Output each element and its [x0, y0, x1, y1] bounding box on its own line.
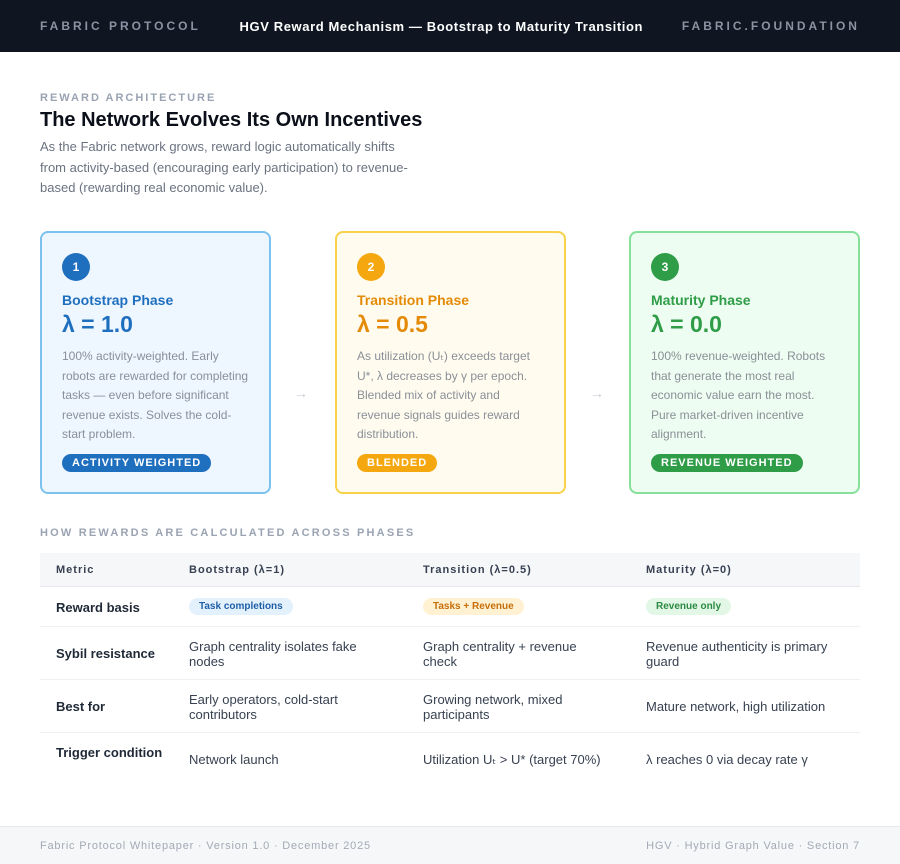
row-metric: Sybil resistance — [56, 646, 155, 661]
phase-number-badge: 3 — [651, 253, 679, 281]
footer-left: Fabric Protocol Whitepaper · Version 1.0… — [40, 839, 371, 852]
tag-maturity: Revenue only — [646, 598, 732, 615]
header-maturity: Maturity (λ=0) — [646, 564, 732, 576]
phase-pill: REVENUE WEIGHTED — [651, 454, 803, 472]
row-metric: Best for — [56, 699, 106, 714]
cell-maturity: λ reaches 0 via decay rate γ — [646, 752, 808, 767]
arrow-right-icon: → — [590, 385, 604, 401]
footer-right: HGV · Hybrid Graph Value · Section 7 — [646, 839, 860, 852]
tag-bootstrap: Task completions — [189, 598, 293, 615]
cell-transition: Growing network, mixed participants — [423, 692, 563, 722]
page-lead: As the Fabric network grows, reward logi… — [40, 139, 408, 195]
table-row: Reward basis Task completions Tasks + Re… — [40, 587, 860, 627]
header-bootstrap: Bootstrap (λ=1) — [189, 564, 285, 576]
footer: Fabric Protocol Whitepaper · Version 1.0… — [0, 826, 900, 864]
cell-maturity: Mature network, high utilization — [646, 699, 826, 714]
phase-name: Transition Phase — [357, 292, 470, 308]
table-row: Trigger condition Network launch Utiliza… — [40, 733, 860, 787]
cell-transition: Utilization Uₜ > U* (target 70%) — [423, 752, 601, 767]
phase-description: 100% revenue-weighted. Robots that gener… — [651, 349, 826, 441]
phase-number-badge: 2 — [357, 253, 385, 281]
site-name: FABRIC.FOUNDATION — [681, 19, 860, 33]
page-heading: The Network Evolves Its Own Incentives — [40, 109, 423, 131]
top-bar: FABRIC PROTOCOL HGV Reward Mechanism — B… — [0, 0, 900, 52]
section-eyebrow: REWARD ARCHITECTURE — [40, 92, 217, 104]
phase-name: Bootstrap Phase — [62, 292, 174, 308]
brand-name: FABRIC PROTOCOL — [40, 19, 201, 33]
header-metric: Metric — [56, 564, 95, 576]
row-metric: Reward basis — [56, 600, 140, 615]
phase-description: As utilization (Uₜ) exceeds target U*, λ… — [357, 349, 530, 441]
cell-maturity: Revenue authenticity is primary guard — [646, 639, 828, 669]
row-metric: Trigger condition — [56, 745, 163, 760]
phase-lambda: λ = 1.0 — [62, 311, 133, 337]
table-row: Sybil resistance Graph centrality isolat… — [40, 627, 860, 680]
table-row: Best for Early operators, cold-start con… — [40, 680, 860, 733]
header-transition: Transition (λ=0.5) — [423, 564, 532, 576]
tag-transition: Tasks + Revenue — [423, 598, 524, 615]
phase-name: Maturity Phase — [651, 292, 751, 308]
phase-number-badge: 1 — [62, 253, 90, 281]
phase-pill: BLENDED — [357, 454, 438, 472]
phase-lambda: λ = 0.0 — [651, 311, 722, 337]
rewards-table: Metric Bootstrap (λ=1) Transition (λ=0.5… — [40, 553, 860, 787]
cell-bootstrap: Graph centrality isolates fake nodes — [189, 639, 357, 669]
table-section-label: HOW REWARDS ARE CALCULATED ACROSS PHASES — [40, 527, 416, 539]
cell-bootstrap: Early operators, cold-start contributors — [189, 692, 338, 722]
arrow-right-icon: → — [294, 385, 308, 401]
phase-pill: ACTIVITY WEIGHTED — [62, 454, 212, 472]
document-title: HGV Reward Mechanism — Bootstrap to Matu… — [239, 18, 644, 34]
phase-card-transition: 2 Transition Phase λ = 0.5 As utilizatio… — [335, 231, 566, 494]
phase-card-bootstrap: 1 Bootstrap Phase λ = 1.0 100% activity-… — [40, 231, 271, 494]
phase-description: 100% activity-weighted. Early robots are… — [62, 349, 249, 441]
phase-lambda: λ = 0.5 — [357, 311, 428, 337]
phase-card-maturity: 3 Maturity Phase λ = 0.0 100% revenue-we… — [629, 231, 860, 494]
table-header: Metric Bootstrap (λ=1) Transition (λ=0.5… — [40, 553, 860, 587]
cell-bootstrap: Network launch — [189, 752, 279, 767]
cell-transition: Graph centrality + revenue check — [423, 639, 577, 669]
